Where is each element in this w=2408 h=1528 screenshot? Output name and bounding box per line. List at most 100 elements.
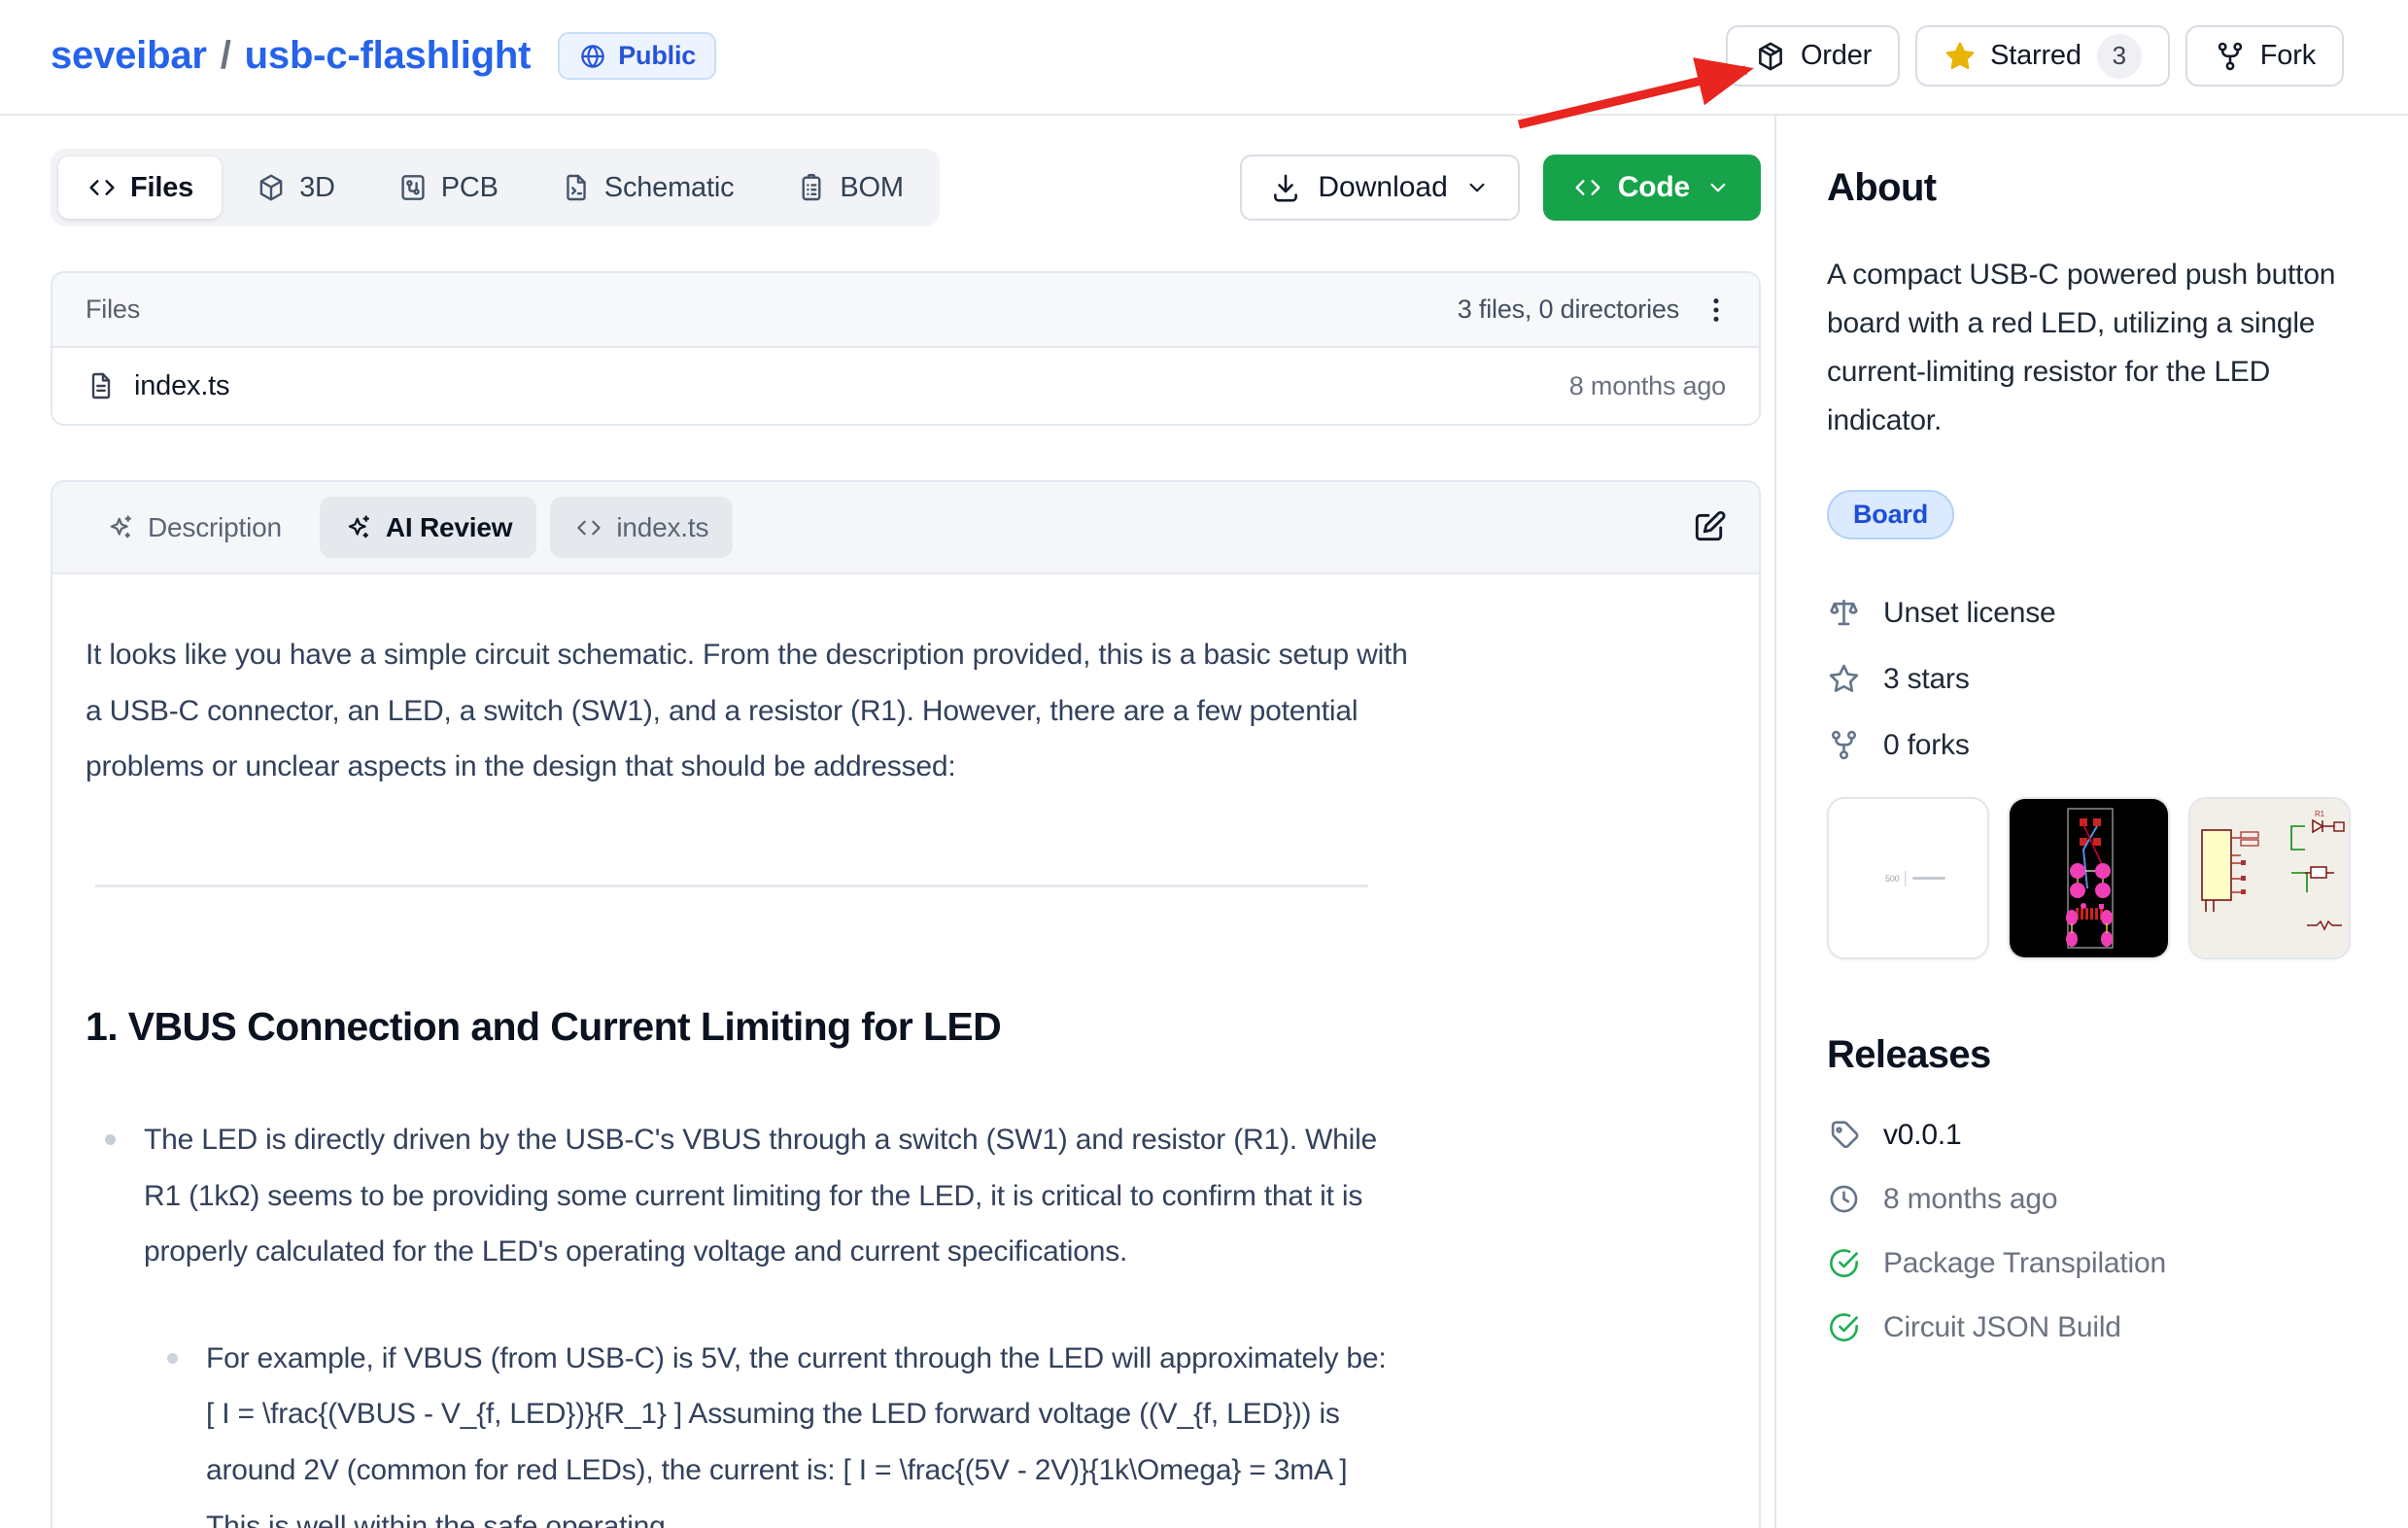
release-check-circuit-json: Circuit JSON Build (1827, 1310, 2351, 1344)
download-label: Download (1318, 171, 1447, 204)
chevron-down-icon (1463, 174, 1491, 201)
globe-icon (578, 42, 607, 71)
visibility-badge: Public (558, 32, 716, 80)
star-count-badge: 3 (2097, 34, 2142, 79)
tag-board[interactable]: Board (1827, 490, 1954, 539)
stars-label: 3 stars (1883, 663, 1970, 696)
list-item: For example, if VBUS (from USB-C) is 5V,… (206, 1331, 1393, 1528)
list-item: The LED is directly driven by the USB-C'… (144, 1112, 1393, 1528)
page-header: seveibar / usb-c-flashlight Public Order… (0, 0, 2408, 116)
table-row-index-ts[interactable]: index.ts 8 months ago (52, 348, 1759, 424)
tab-files[interactable]: Files (58, 156, 222, 219)
check-circle-icon (1827, 1246, 1861, 1280)
visibility-label: Public (618, 41, 696, 71)
repo-title: seveibar / usb-c-flashlight Public (51, 32, 716, 80)
star-icon (1827, 662, 1861, 696)
starred-button[interactable]: Starred 3 (1915, 25, 2170, 87)
tab-pcb-label: PCB (441, 172, 499, 204)
download-icon (1269, 171, 1302, 204)
about-title: About (1827, 166, 2351, 210)
files-card-header-right: 3 files, 0 directories (1458, 293, 1734, 328)
edit-icon[interactable] (1691, 508, 1730, 547)
tab-3d-label: 3D (299, 172, 335, 204)
tab-bom-label: BOM (840, 172, 903, 204)
divider (95, 885, 1368, 887)
starred-label: Starred (1990, 40, 2081, 72)
fork-label: Fork (2260, 40, 2316, 72)
chevron-down-icon (1704, 174, 1732, 201)
tab-ai-review-label: AI Review (386, 512, 512, 543)
meta-forks[interactable]: 0 forks (1827, 728, 2351, 762)
thumbnail-schematic-preview[interactable]: R1 (2188, 797, 2351, 959)
review-paragraph: It looks like you have a simple circuit … (86, 627, 1419, 795)
tab-3d[interactable]: 3D (227, 156, 363, 219)
tab-description-label: Description (148, 512, 282, 543)
release-version: v0.0.1 (1883, 1119, 1962, 1152)
release-check-transpilation: Package Transpilation (1827, 1246, 2351, 1280)
files-card-title: Files (86, 295, 140, 325)
check-circle-icon (1827, 1310, 1861, 1344)
tab-index-ts-label: index.ts (616, 512, 708, 543)
bullet-text: For example, if VBUS (from USB-C) is 5V,… (206, 1342, 1387, 1528)
download-button[interactable]: Download (1240, 155, 1519, 221)
schematic-file-icon (561, 172, 592, 203)
pcb-icon (397, 172, 429, 203)
kebab-menu-icon[interactable] (1699, 293, 1734, 328)
fork-icon (1827, 728, 1861, 762)
check-label: Circuit JSON Build (1883, 1311, 2121, 1344)
check-label: Package Transpilation (1883, 1247, 2166, 1280)
tag-icon (1827, 1118, 1861, 1152)
view-tabstrip: Files 3D PCB Schematic (51, 149, 940, 226)
header-actions: Order Starred 3 Fork (1726, 25, 2344, 87)
svg-text:500: 500 (1885, 874, 1900, 884)
cube-icon (256, 172, 287, 203)
order-label: Order (1801, 40, 1872, 72)
meta-stars[interactable]: 3 stars (1827, 662, 2351, 696)
fork-button[interactable]: Fork (2185, 25, 2344, 87)
meta-license: Unset license (1827, 596, 2351, 630)
ai-review-content: It looks like you have a simple circuit … (52, 574, 1759, 1528)
code-icon (574, 513, 603, 542)
section-heading: 1. VBUS Connection and Current Limiting … (86, 1002, 1716, 1052)
repo-meta-list: Unset license 3 stars 0 forks (1827, 596, 2351, 762)
code-button[interactable]: Code (1543, 155, 1761, 221)
release-version-row[interactable]: v0.0.1 (1827, 1118, 2351, 1152)
fork-icon (2214, 40, 2247, 73)
breadcrumb-separator: / (221, 34, 231, 78)
review-bullet-list: The LED is directly driven by the USB-C'… (86, 1112, 1716, 1528)
bullet-text: The LED is directly driven by the USB-C'… (144, 1124, 1377, 1268)
files-summary: 3 files, 0 directories (1458, 295, 1679, 325)
toolbar-row: Files 3D PCB Schematic (51, 149, 1761, 226)
tab-schematic[interactable]: Schematic (533, 156, 763, 219)
tab-pcb[interactable]: PCB (369, 156, 527, 219)
files-card-header: Files 3 files, 0 directories (52, 273, 1759, 348)
files-card: Files 3 files, 0 directories index.ts 8 … (51, 271, 1761, 426)
tab-schematic-label: Schematic (604, 172, 735, 204)
thumbnail-3d-preview[interactable]: 500 (1827, 797, 1989, 959)
code-label: Code (1618, 171, 1690, 204)
release-age: 8 months ago (1883, 1183, 2057, 1216)
tab-files-label: Files (130, 172, 193, 204)
tab-index-ts[interactable]: index.ts (550, 497, 733, 558)
release-age-row: 8 months ago (1827, 1182, 2351, 1216)
preview-thumbnails: 500 R1 (1827, 797, 2351, 959)
svg-text:R1: R1 (2315, 810, 2325, 818)
tab-description[interactable]: Description (82, 497, 306, 558)
content-card: Description AI Review index.ts (51, 480, 1761, 1528)
tab-ai-review[interactable]: AI Review (320, 497, 536, 558)
clock-icon (1827, 1182, 1861, 1216)
license-label: Unset license (1883, 597, 2056, 630)
owner-link[interactable]: seveibar (51, 34, 207, 78)
repo-link[interactable]: usb-c-flashlight (245, 34, 532, 78)
order-button[interactable]: Order (1726, 25, 1900, 87)
clipboard-list-icon (796, 172, 827, 203)
forks-label: 0 forks (1883, 729, 1970, 762)
releases-title: Releases (1827, 1033, 2351, 1077)
file-name[interactable]: index.ts (134, 370, 229, 402)
tab-bom[interactable]: BOM (768, 156, 931, 219)
code-icon (86, 172, 118, 203)
page-layout: Files 3D PCB Schematic (0, 116, 2408, 1528)
main-column: Files 3D PCB Schematic (0, 116, 1761, 1528)
release-list: v0.0.1 8 months ago Package Transpilatio… (1827, 1118, 2351, 1344)
thumbnail-pcb-preview[interactable] (2008, 797, 2170, 959)
